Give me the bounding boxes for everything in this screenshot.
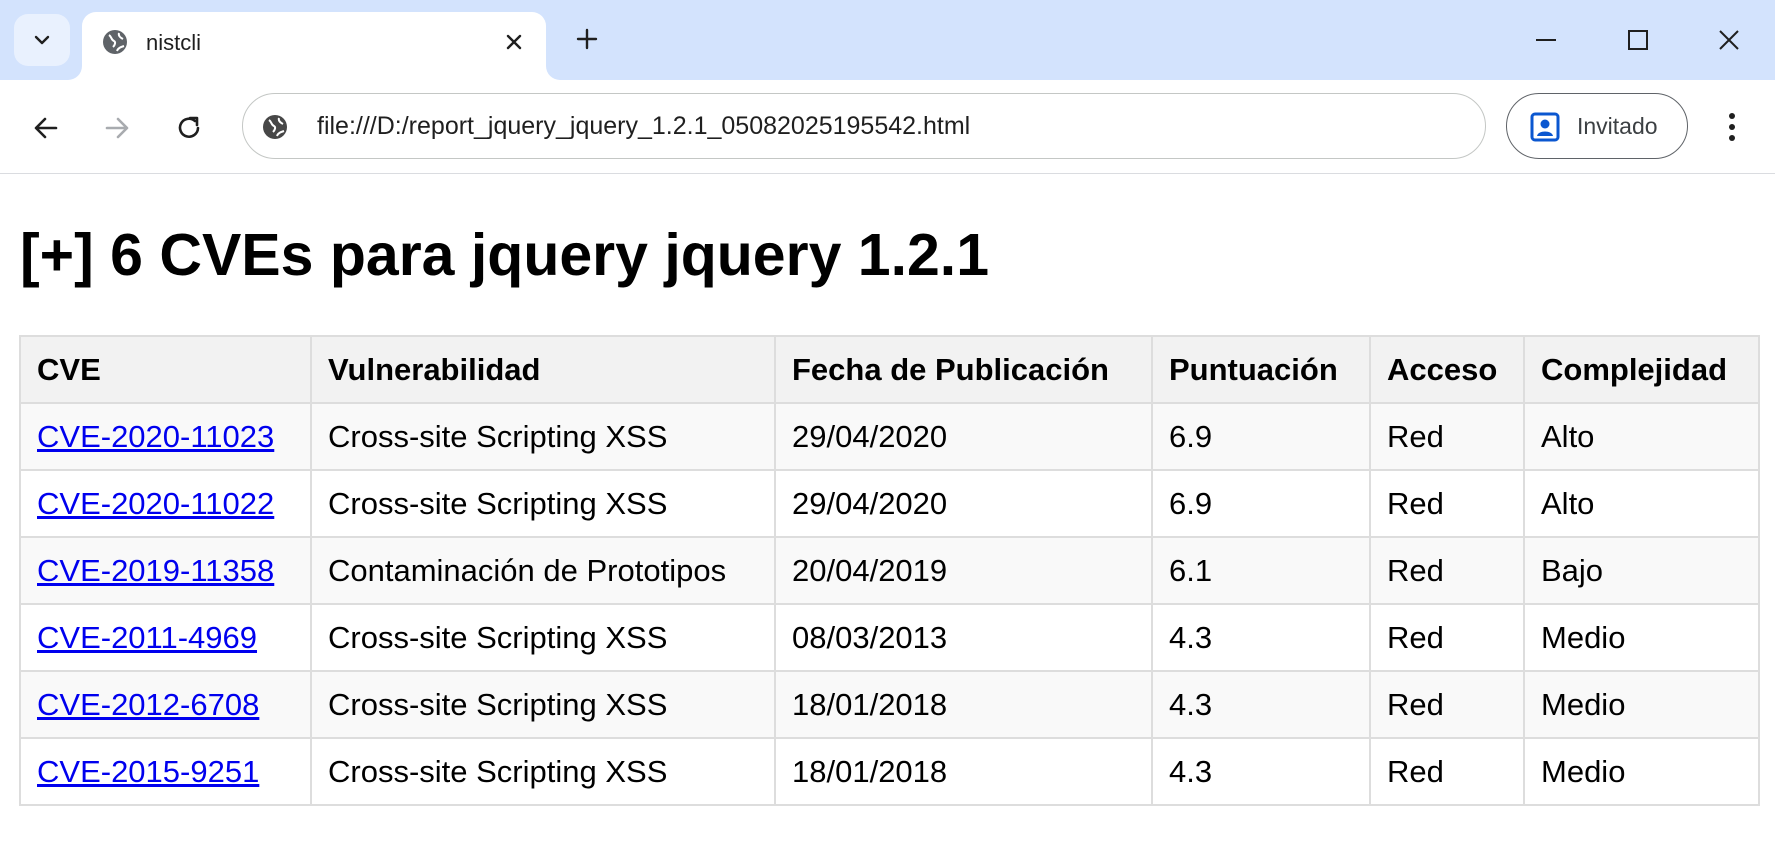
- globe-icon[interactable]: [259, 111, 291, 143]
- globe-icon: [103, 30, 127, 54]
- score-cell: 4.3: [1151, 603, 1371, 672]
- table-row: CVE-2011-4969 Cross-site Scripting XSS 0…: [19, 603, 1760, 672]
- column-header-cve: CVE: [19, 335, 312, 404]
- window-close-button[interactable]: [1707, 18, 1751, 62]
- score-cell: 4.3: [1151, 737, 1371, 806]
- date-cell: 18/01/2018: [774, 737, 1153, 806]
- date-cell: 20/04/2019: [774, 536, 1153, 605]
- vulnerability-cell: Cross-site Scripting XSS: [310, 737, 776, 806]
- column-header-vulnerability: Vulnerabilidad: [310, 335, 776, 404]
- cve-cell: CVE-2012-6708: [19, 670, 312, 739]
- date-cell: 29/04/2020: [774, 402, 1153, 471]
- access-cell: Red: [1369, 536, 1525, 605]
- table-row: CVE-2020-11022 Cross-site Scripting XSS …: [19, 469, 1760, 538]
- page-content: [+] 6 CVEs para jquery jquery 1.2.1 CVE …: [0, 174, 1775, 862]
- arrow-right-icon: [105, 117, 129, 139]
- cve-link[interactable]: CVE-2012-6708: [37, 687, 259, 722]
- score-cell: 6.1: [1151, 536, 1371, 605]
- cve-link[interactable]: CVE-2019-11358: [37, 553, 274, 588]
- profile-label: Invitado: [1577, 113, 1658, 139]
- browser-menu-button[interactable]: [1714, 105, 1750, 149]
- page-title: [+] 6 CVEs para jquery jquery 1.2.1: [20, 222, 990, 288]
- maximize-button[interactable]: [1616, 18, 1660, 62]
- cve-link[interactable]: CVE-2015-9251: [37, 754, 259, 789]
- score-cell: 6.9: [1151, 402, 1371, 471]
- vulnerability-cell: Cross-site Scripting XSS: [310, 469, 776, 538]
- column-header-access: Acceso: [1369, 335, 1525, 404]
- cve-table: CVE Vulnerabilidad Fecha de Publicación …: [19, 335, 1760, 806]
- close-icon: [506, 34, 522, 50]
- score-cell: 4.3: [1151, 670, 1371, 739]
- minimize-icon: [1536, 39, 1556, 41]
- reload-icon: [178, 116, 200, 138]
- tab-close-button[interactable]: [500, 28, 528, 56]
- browser-toolbar: file:///D:/report_jquery_jquery_1.2.1_05…: [0, 80, 1775, 174]
- forward-button[interactable]: [95, 106, 139, 150]
- kebab-menu-icon: [1729, 113, 1735, 141]
- reload-button[interactable]: [167, 106, 211, 150]
- cve-link[interactable]: CVE-2020-11022: [37, 486, 274, 521]
- cve-link[interactable]: CVE-2020-11023: [37, 419, 274, 454]
- chevron-down-icon: [34, 35, 50, 45]
- new-tab-button[interactable]: [570, 22, 604, 56]
- date-cell: 08/03/2013: [774, 603, 1153, 672]
- person-badge-icon: [1530, 112, 1560, 142]
- table-header-row: CVE Vulnerabilidad Fecha de Publicación …: [19, 335, 1760, 404]
- date-cell: 29/04/2020: [774, 469, 1153, 538]
- cve-cell: CVE-2019-11358: [19, 536, 312, 605]
- vulnerability-cell: Cross-site Scripting XSS: [310, 402, 776, 471]
- cve-link[interactable]: CVE-2011-4969: [37, 620, 257, 655]
- browser-tab[interactable]: nistcli: [82, 12, 546, 80]
- table-row: CVE-2015-9251 Cross-site Scripting XSS 1…: [19, 737, 1760, 806]
- maximize-icon: [1628, 30, 1648, 50]
- tab-title: nistcli: [146, 30, 202, 55]
- plus-icon: [576, 28, 598, 50]
- complexity-cell: Alto: [1523, 469, 1760, 538]
- column-header-score: Puntuación: [1151, 335, 1371, 404]
- cve-cell: CVE-2020-11023: [19, 402, 312, 471]
- tab-strip: nistcli: [0, 0, 1775, 80]
- access-cell: Red: [1369, 737, 1525, 806]
- access-cell: Red: [1369, 670, 1525, 739]
- cve-cell: CVE-2011-4969: [19, 603, 312, 672]
- cve-cell: CVE-2020-11022: [19, 469, 312, 538]
- close-icon: [1719, 30, 1739, 50]
- vulnerability-cell: Cross-site Scripting XSS: [310, 603, 776, 672]
- access-cell: Red: [1369, 402, 1525, 471]
- arrow-left-icon: [34, 117, 58, 139]
- access-cell: Red: [1369, 469, 1525, 538]
- back-button[interactable]: [24, 106, 68, 150]
- cve-cell: CVE-2015-9251: [19, 737, 312, 806]
- vulnerability-cell: Cross-site Scripting XSS: [310, 670, 776, 739]
- complexity-cell: Medio: [1523, 737, 1760, 806]
- tab-search-button[interactable]: [14, 14, 70, 66]
- complexity-cell: Alto: [1523, 402, 1760, 471]
- complexity-cell: Medio: [1523, 603, 1760, 672]
- date-cell: 18/01/2018: [774, 670, 1153, 739]
- address-bar[interactable]: file:///D:/report_jquery_jquery_1.2.1_05…: [242, 93, 1486, 159]
- score-cell: 6.9: [1151, 469, 1371, 538]
- minimize-button[interactable]: [1524, 18, 1568, 62]
- table-row: CVE-2020-11023 Cross-site Scripting XSS …: [19, 402, 1760, 471]
- profile-button[interactable]: Invitado: [1506, 93, 1688, 159]
- table-row: CVE-2019-11358 Contaminación de Prototip…: [19, 536, 1760, 605]
- complexity-cell: Medio: [1523, 670, 1760, 739]
- complexity-cell: Bajo: [1523, 536, 1760, 605]
- access-cell: Red: [1369, 603, 1525, 672]
- column-header-complexity: Complejidad: [1523, 335, 1760, 404]
- column-header-published-date: Fecha de Publicación: [774, 335, 1153, 404]
- table-row: CVE-2012-6708 Cross-site Scripting XSS 1…: [19, 670, 1760, 739]
- vulnerability-cell: Contaminación de Prototipos: [310, 536, 776, 605]
- url-text: file:///D:/report_jquery_jquery_1.2.1_05…: [317, 112, 971, 140]
